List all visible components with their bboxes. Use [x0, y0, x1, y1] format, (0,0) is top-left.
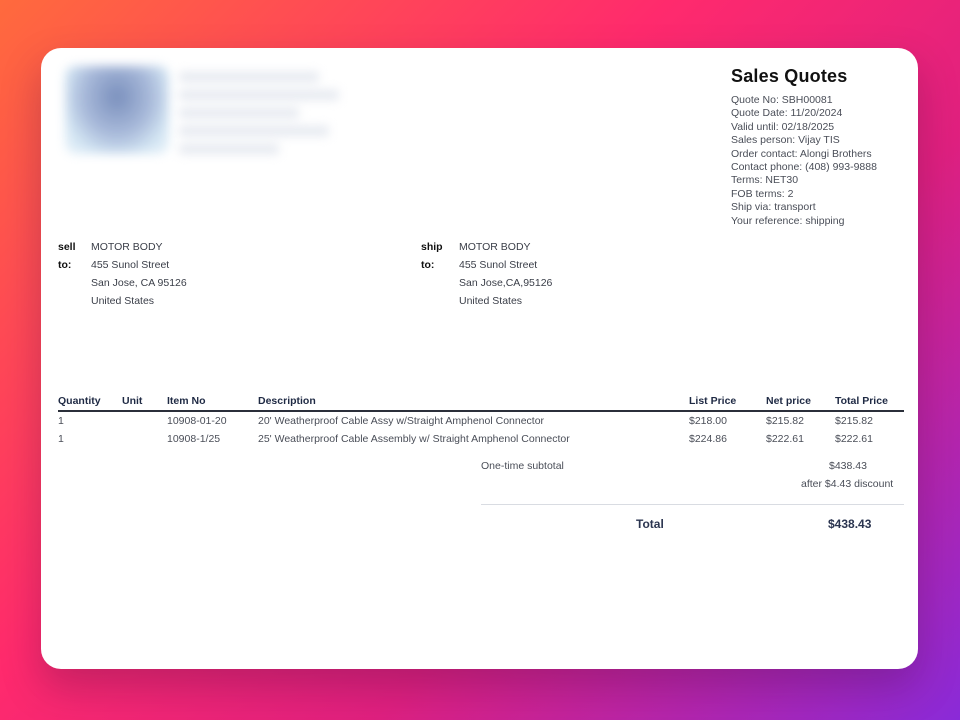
ship-to-street: 455 Sunol Street [459, 259, 538, 271]
ship-to-label-2: to: [421, 259, 435, 271]
company-logo-blurred [59, 58, 345, 164]
header-unit: Unit [122, 395, 143, 407]
subtotal-label: One-time subtotal [481, 460, 564, 472]
total-value: $438.43 [828, 517, 872, 531]
header-list-price: List Price [689, 395, 737, 407]
ship-to-country: United States [459, 295, 523, 307]
cell-total-price: $215.82 [835, 415, 873, 427]
your-reference: Your reference: shipping [731, 214, 845, 227]
header-item-no: Item No [167, 395, 206, 407]
sales-person: Sales person: Vijay TIS [731, 134, 840, 147]
cell-net-price: $222.61 [766, 433, 804, 445]
cell-item-no: 10908-01-20 [167, 415, 227, 427]
fob-terms: FOB terms: 2 [731, 187, 794, 200]
header-quantity: Quantity [58, 395, 101, 407]
quote-date: Quote Date: 11/20/2024 [731, 107, 843, 120]
valid-until: Valid until: 02/18/2025 [731, 120, 835, 133]
logo-mark [65, 66, 169, 154]
sell-to-label-2: to: [58, 259, 72, 271]
summary-divider [481, 504, 904, 505]
ship-to-name: MOTOR BODY [459, 241, 531, 253]
sell-to-label-1: sell [58, 241, 76, 253]
ship-to-label-1: ship [421, 241, 443, 253]
header-net-price: Net price [766, 395, 811, 407]
quote-info: Sales Quotes Quote No: SBH00081 Quote Da… [731, 66, 911, 228]
order-contact: Order contact: Alongi Brothers [731, 147, 872, 160]
contact-phone: Contact phone: (408) 993-9888 [731, 161, 877, 174]
cell-net-price: $215.82 [766, 415, 804, 427]
cell-description: 25' Weatherproof Cable Assembly w/ Strai… [258, 433, 570, 445]
table-row: 1 10908-01-20 20' Weatherproof Cable Ass… [58, 412, 904, 430]
table-header: Quantity Unit Item No Description List P… [58, 392, 904, 412]
line-items-table: Quantity Unit Item No Description List P… [58, 392, 904, 448]
cell-total-price: $222.61 [835, 433, 873, 445]
sell-to-street: 455 Sunol Street [91, 259, 170, 271]
sell-to-city: San Jose, CA 95126 [91, 277, 187, 289]
cell-list-price: $218.00 [689, 415, 727, 427]
table-row: 1 10908-1/25 25' Weatherproof Cable Asse… [58, 430, 904, 448]
cell-quantity: 1 [58, 433, 64, 445]
ship-via: Ship via: transport [731, 201, 816, 214]
subtotal-value: $438.43 [829, 460, 867, 472]
header-description: Description [258, 395, 316, 407]
sell-to-name: MOTOR BODY [91, 241, 163, 253]
cell-quantity: 1 [58, 415, 64, 427]
cell-description: 20' Weatherproof Cable Assy w/Straight A… [258, 415, 545, 427]
payment-terms: Terms: NET30 [731, 174, 799, 187]
total-label: Total [636, 517, 664, 531]
cell-list-price: $224.86 [689, 433, 727, 445]
ship-to-city: San Jose,CA,95126 [459, 277, 553, 289]
quote-document: Sales Quotes Quote No: SBH00081 Quote Da… [41, 48, 918, 669]
cell-item-no: 10908-1/25 [167, 433, 221, 445]
sell-to-country: United States [91, 295, 155, 307]
page-title: Sales Quotes [731, 66, 848, 86]
quote-number: Quote No: SBH00081 [731, 94, 833, 106]
discount-note: after $4.43 discount [801, 478, 894, 490]
header-total-price: Total Price [835, 395, 888, 407]
